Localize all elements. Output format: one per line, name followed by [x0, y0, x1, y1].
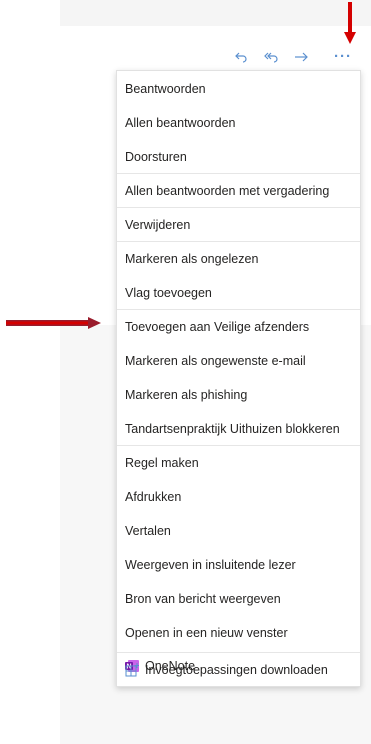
menu-item-label: Beantwoorden: [125, 82, 206, 96]
reply-all-icon: [264, 52, 278, 63]
menu-item-reply-all[interactable]: Allen beantwoorden: [117, 106, 360, 140]
annotation-arrow-right-icon: [6, 317, 101, 329]
menu-item-label: Afdrukken: [125, 490, 182, 504]
annotation-arrow-down-icon: [344, 2, 356, 44]
menu-item-label: Weergeven in insluitende lezer: [125, 558, 296, 572]
menu-item-block-sender[interactable]: Tandartsenpraktijk Uithuizen blokkeren: [117, 412, 360, 446]
menu-item-safe-senders[interactable]: Toevoegen aan Veilige afzenders: [117, 310, 360, 344]
reply-button[interactable]: [230, 44, 252, 70]
menu-item-label: Vertalen: [125, 524, 171, 538]
forward-icon: [295, 52, 308, 62]
menu-item-translate[interactable]: Vertalen: [117, 514, 360, 548]
menu-item-immersive-reader[interactable]: Weergeven in insluitende lezer: [117, 548, 360, 582]
reply-icon: [235, 52, 247, 63]
menu-item-label: Markeren als ongewenste e-mail: [125, 354, 306, 368]
menu-item-mark-phishing[interactable]: Markeren als phishing: [117, 378, 360, 412]
header-strip: [60, 0, 371, 26]
menu-item-get-addins[interactable]: Invoegtoepassingen downloaden: [117, 653, 360, 687]
menu-item-label: Vlag toevoegen: [125, 286, 212, 300]
menu-item-label: Openen in een nieuw venster: [125, 626, 288, 640]
menu-item-flag[interactable]: Vlag toevoegen: [117, 276, 360, 310]
more-actions-menu: Beantwoorden Allen beantwoorden Doorstur…: [116, 70, 361, 687]
add-ins-grid-icon: [125, 663, 139, 677]
menu-item-label: Bron van bericht weergeven: [125, 592, 281, 606]
menu-item-label: Verwijderen: [125, 218, 191, 232]
menu-item-label: Toevoegen aan Veilige afzenders: [125, 320, 310, 334]
menu-item-delete[interactable]: Verwijderen: [117, 208, 360, 242]
menu-item-view-source[interactable]: Bron van bericht weergeven: [117, 582, 360, 616]
menu-item-create-rule[interactable]: Regel maken: [117, 446, 360, 480]
menu-item-mark-unread[interactable]: Markeren als ongelezen: [117, 242, 360, 276]
menu-item-label: Invoegtoepassingen downloaden: [145, 663, 328, 677]
menu-item-forward[interactable]: Doorsturen: [117, 140, 360, 174]
menu-item-mark-junk[interactable]: Markeren als ongewenste e-mail: [117, 344, 360, 378]
menu-item-print[interactable]: Afdrukken: [117, 480, 360, 514]
menu-item-label: Tandartsenpraktijk Uithuizen blokkeren: [125, 422, 340, 436]
forward-button[interactable]: [290, 44, 312, 70]
menu-item-reply[interactable]: Beantwoorden: [117, 72, 360, 106]
menu-item-label: Allen beantwoorden met vergadering: [125, 184, 330, 198]
reply-all-button[interactable]: [260, 44, 282, 70]
menu-item-label: Markeren als ongelezen: [125, 252, 259, 266]
menu-item-label: Markeren als phishing: [125, 388, 248, 402]
more-actions-button[interactable]: ···: [332, 44, 354, 70]
menu-item-label: Allen beantwoorden: [125, 116, 236, 130]
menu-item-open-new-window[interactable]: Openen in een nieuw venster: [117, 616, 360, 650]
menu-item-label: Doorsturen: [125, 150, 187, 164]
menu-item-reply-all-meeting[interactable]: Allen beantwoorden met vergadering: [117, 174, 360, 208]
menu-item-label: Regel maken: [125, 456, 199, 470]
